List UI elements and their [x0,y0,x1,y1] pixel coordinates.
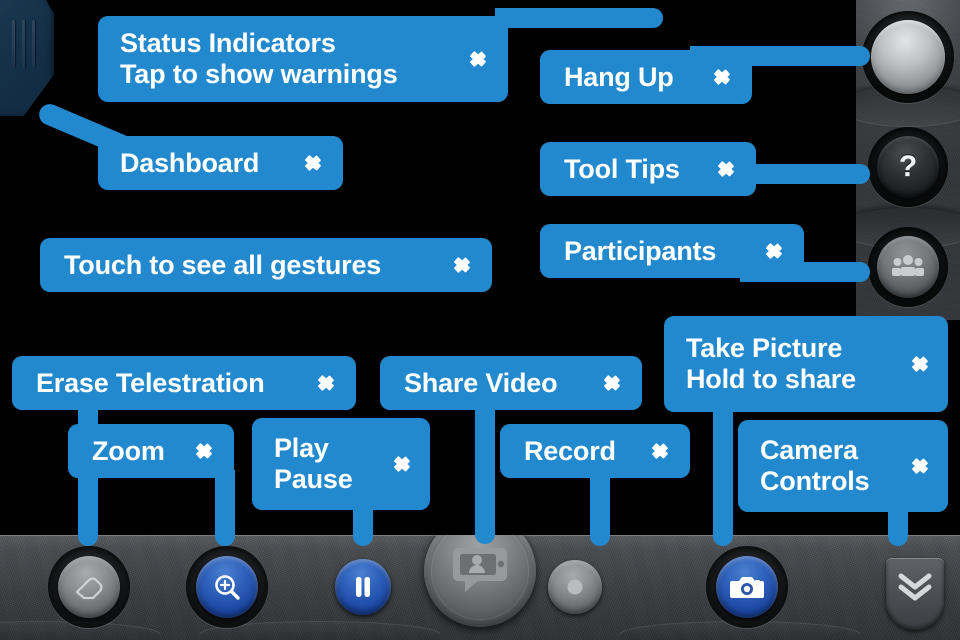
erase-button[interactable] [48,546,130,628]
chevron-right-icon [454,250,476,280]
connector-share-video [475,400,495,544]
callout-take-picture[interactable]: Take Picture Hold to share [664,316,948,412]
zoom-button[interactable] [186,546,268,628]
callout-labels: Share Video [404,368,590,399]
chevron-right-icon [718,154,740,184]
callout-line: Record [524,435,616,466]
callout-line: Hang Up [564,61,674,92]
chevron-right-icon [714,62,736,92]
double-chevron-down-icon [895,570,935,609]
callout-dashboard[interactable]: Dashboard [98,136,343,190]
people-group-icon [892,253,924,282]
magnifier-plus-icon [212,572,242,602]
callout-line: Share Video [404,367,558,398]
callout-labels: Tool Tips [564,154,704,185]
callout-line: Pause [274,464,353,494]
callout-labels: Touch to see all gestures [64,250,440,281]
participants-button[interactable] [868,227,948,307]
button-cap [871,20,945,94]
callout-gestures[interactable]: Touch to see all gestures [40,238,492,292]
callout-labels: Record [524,436,638,467]
chevron-right-icon [196,436,218,466]
dashboard-tab-handle[interactable] [0,0,54,116]
side-control-panel: ? [856,0,960,320]
callout-line: Participants [564,235,717,266]
chevron-right-icon [604,368,626,398]
callout-line: Take Picture [686,333,843,363]
callout-tool-tips[interactable]: Tool Tips [540,142,756,196]
eraser-icon [72,574,106,600]
callout-labels: Participants [564,236,752,267]
camera-icon [730,574,764,600]
callout-line: Dashboard [120,147,260,178]
app-screen: ? Status Indicators Tap to show warnings… [0,0,960,640]
chevron-right-icon [394,449,416,479]
callout-line: Hold to share [686,364,856,394]
callout-labels: Zoom [92,436,182,467]
callout-labels: Status Indicators Tap to show warnings [120,28,456,90]
play-pause-button[interactable] [335,559,391,615]
chevron-right-icon [305,148,327,178]
chevron-right-icon [318,368,340,398]
grip-lines-icon [32,20,35,68]
callout-share-video[interactable]: Share Video [380,356,642,410]
record-dot-icon [565,577,585,597]
connector-zoom [215,470,235,546]
bottom-toolbar [0,535,960,640]
callout-erase-telestration[interactable]: Erase Telestration [12,356,356,410]
chevron-right-icon [766,236,788,266]
callout-line: Camera [760,435,858,465]
callout-play-pause[interactable]: Play Pause [252,418,430,510]
callout-line: Status Indicators [120,28,336,58]
callout-zoom[interactable]: Zoom [68,424,234,478]
grip-lines-icon [12,20,15,68]
hang-up-button[interactable] [862,11,954,103]
callout-record[interactable]: Record [500,424,690,478]
callout-participants[interactable]: Participants [540,224,804,278]
chevron-right-icon [470,44,492,74]
record-button[interactable] [548,560,602,614]
callout-labels: Erase Telestration [36,368,304,399]
callout-line: Erase Telestration [36,367,265,398]
callout-line: Tap to show warnings [120,59,398,89]
callout-labels: Play Pause [274,433,380,495]
callout-labels: Take Picture Hold to share [686,333,898,395]
video-share-icon [449,542,511,601]
chevron-right-icon [652,436,674,466]
question-mark-icon: ? [898,150,918,183]
share-video-button[interactable] [424,535,536,627]
chevron-right-icon [912,451,934,481]
connector-take-picture [713,408,733,546]
chevron-right-icon [912,349,934,379]
callout-hang-up[interactable]: Hang Up [540,50,752,104]
callout-labels: Hang Up [564,62,700,93]
grip-lines-icon [22,20,25,68]
callout-camera-controls[interactable]: Camera Controls [738,420,948,512]
callout-status-indicators[interactable]: Status Indicators Tap to show warnings [98,16,508,102]
callout-labels: Camera Controls [760,435,898,497]
connector-record [590,470,610,546]
connector-play-pause [353,508,373,546]
collapse-toolbar-button[interactable] [886,558,944,630]
callout-line: Touch to see all gestures [64,249,382,280]
callout-line: Zoom [92,435,165,466]
callout-line: Tool Tips [564,153,680,184]
callout-labels: Dashboard [120,148,291,179]
callout-line: Controls [760,466,870,496]
connector-status-indicators [495,8,663,28]
connector-camera-controls [888,510,908,546]
callout-line: Play [274,433,329,463]
tool-tips-button[interactable]: ? [868,127,948,207]
pause-icon [353,575,373,599]
camera-button[interactable] [706,546,788,628]
